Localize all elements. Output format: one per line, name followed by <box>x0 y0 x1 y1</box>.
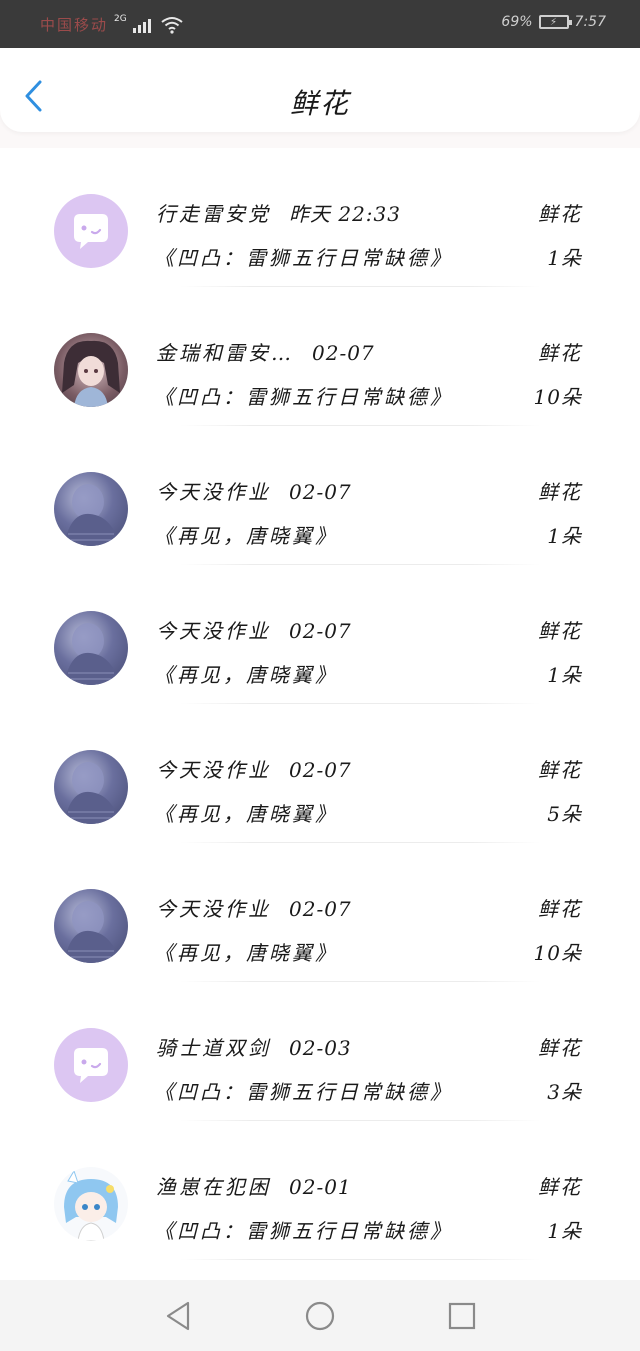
gift-count: 1朵 <box>547 246 582 270</box>
sender-name[interactable]: 渔崽在犯困 <box>156 1175 271 1199</box>
send-time: 昨天 22:33 <box>289 202 401 226</box>
gift-count: 10朵 <box>533 385 582 409</box>
status-bar: 中国移动 2G 69% ⚡ 7:57 <box>0 0 640 48</box>
gift-type: 鲜花 <box>538 202 582 226</box>
sender-row: 今天没作业 02-07 <box>156 754 352 783</box>
sender-name[interactable]: 行走雷安党 <box>156 202 271 226</box>
work-title[interactable]: 《再见，唐晓翼》 <box>154 520 338 549</box>
status-right: 69% ⚡ 7:57 <box>501 14 606 30</box>
sender-row: 骑士道双剑 02-03 <box>156 1032 352 1061</box>
gift-count: 1朵 <box>547 524 582 548</box>
gift-type: 鲜花 <box>538 1175 582 1199</box>
send-time: 02-03 <box>289 1036 352 1060</box>
list-item[interactable]: 今天没作业 02-07 《再见，唐晓翼》 鲜花 1朵 <box>0 565 640 704</box>
avatar[interactable] <box>54 1028 128 1102</box>
work-title[interactable]: 《凹凸：雷狮五行日常缺德》 <box>154 381 453 410</box>
sender-row: 今天没作业 02-07 <box>156 476 352 505</box>
wifi-icon <box>161 16 183 34</box>
work-title[interactable]: 《再见，唐晓翼》 <box>154 798 338 827</box>
avatar[interactable] <box>54 472 128 546</box>
battery-percent: 69% <box>501 14 533 30</box>
avatar[interactable] <box>54 333 128 407</box>
sender-name[interactable]: 今天没作业 <box>156 480 271 504</box>
work-title[interactable]: 《再见，唐晓翼》 <box>154 659 338 688</box>
anime-girl-avatar-icon <box>62 340 120 407</box>
list-item[interactable]: 今天没作业 02-07 《再见，唐晓翼》 鲜花 5朵 <box>0 704 640 843</box>
avatar[interactable] <box>54 750 128 824</box>
chat-bubble-icon <box>74 1048 108 1083</box>
work-title[interactable]: 《凹凸：雷狮五行日常缺德》 <box>154 1215 453 1244</box>
send-time: 02-07 <box>289 897 352 921</box>
send-time: 02-07 <box>312 341 375 365</box>
carrier-label: 中国移动 <box>40 16 109 34</box>
work-title[interactable]: 《凹凸：雷狮五行日常缺德》 <box>154 242 453 271</box>
sender-name[interactable]: 今天没作业 <box>156 619 271 643</box>
work-title[interactable]: 《凹凸：雷狮五行日常缺德》 <box>154 1076 453 1105</box>
avatar[interactable] <box>54 611 128 685</box>
send-time: 02-01 <box>289 1175 352 1199</box>
sender-name[interactable]: 今天没作业 <box>156 897 271 921</box>
list-item[interactable]: 行走雷安党 昨天 22:33 《凹凸：雷狮五行日常缺德》 鲜花 1朵 <box>0 148 640 287</box>
list-item[interactable]: 今天没作业 02-07 《再见，唐晓翼》 鲜花 10朵 <box>0 843 640 982</box>
square-recent-icon[interactable] <box>444 1298 480 1334</box>
blue-hair-chibi-avatar-icon <box>64 1169 118 1241</box>
dark-figure-avatar-icon <box>64 901 120 963</box>
sender-row: 今天没作业 02-07 <box>156 615 352 644</box>
gift-count: 10朵 <box>533 941 582 965</box>
chat-bubble-icon <box>74 214 108 249</box>
gift-count: 1朵 <box>547 1219 582 1243</box>
divider <box>180 1259 540 1260</box>
avatar[interactable] <box>54 1167 128 1241</box>
sender-name[interactable]: 今天没作业 <box>156 758 271 782</box>
signal-icon <box>132 17 151 33</box>
dark-figure-avatar-icon <box>64 762 120 824</box>
list-item[interactable]: 渔崽在犯困 02-01 《凹凸：雷狮五行日常缺德》 鲜花 1朵 <box>0 1121 640 1260</box>
system-nav-bar <box>0 1280 640 1351</box>
avatar[interactable] <box>54 194 128 268</box>
send-time: 02-07 <box>289 619 352 643</box>
flower-record-list: 行走雷安党 昨天 22:33 《凹凸：雷狮五行日常缺德》 鲜花 1朵 金瑞和雷安…… <box>0 148 640 1280</box>
circle-home-icon[interactable] <box>302 1298 338 1334</box>
header: 鲜花 <box>0 48 640 132</box>
send-time: 02-07 <box>289 758 352 782</box>
avatar[interactable] <box>54 889 128 963</box>
gift-type: 鲜花 <box>538 619 582 643</box>
list-item[interactable]: 金瑞和雷安… 02-07 《凹凸：雷狮五行日常缺德》 鲜花 10朵 <box>0 287 640 426</box>
dark-figure-avatar-icon <box>64 623 120 685</box>
dark-figure-avatar-icon <box>64 484 120 546</box>
send-time: 02-07 <box>289 480 352 504</box>
list-item[interactable]: 骑士道双剑 02-03 《凹凸：雷狮五行日常缺德》 鲜花 3朵 <box>0 982 640 1121</box>
sender-row: 今天没作业 02-07 <box>156 893 352 922</box>
gift-type: 鲜花 <box>538 758 582 782</box>
gift-count: 3朵 <box>547 1080 582 1104</box>
sender-name[interactable]: 金瑞和雷安… <box>156 341 294 365</box>
work-title[interactable]: 《再见，唐晓翼》 <box>154 937 338 966</box>
sender-row: 金瑞和雷安… 02-07 <box>156 337 375 366</box>
battery-icon: ⚡ <box>538 15 572 29</box>
gift-type: 鲜花 <box>538 897 582 921</box>
sender-row: 渔崽在犯困 02-01 <box>156 1171 352 1200</box>
sender-name[interactable]: 骑士道双剑 <box>156 1036 271 1060</box>
status-left: 中国移动 2G <box>40 14 183 35</box>
gift-count: 5朵 <box>547 802 582 826</box>
triangle-back-icon[interactable] <box>160 1298 196 1334</box>
gift-count: 1朵 <box>547 663 582 687</box>
list-item[interactable]: 今天没作业 02-07 《再见，唐晓翼》 鲜花 1朵 <box>0 426 640 565</box>
clock: 7:57 <box>574 14 606 30</box>
gift-type: 鲜花 <box>538 480 582 504</box>
gift-type: 鲜花 <box>538 1036 582 1060</box>
network-type: 2G <box>114 13 127 24</box>
page-title: 鲜花 <box>289 87 350 120</box>
gift-type: 鲜花 <box>538 341 582 365</box>
sender-row: 行走雷安党 昨天 22:33 <box>156 198 401 227</box>
